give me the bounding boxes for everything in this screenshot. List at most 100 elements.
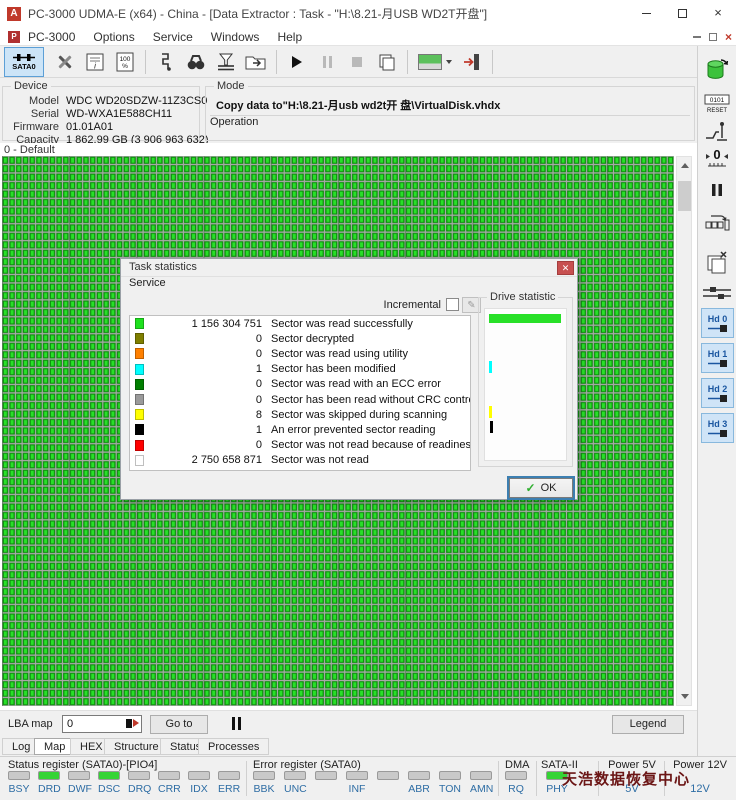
stat-row: 1 Sector has been modified <box>130 362 470 377</box>
menu-windows[interactable]: Windows <box>211 30 260 44</box>
head-0-button[interactable]: Hd 0 <box>701 308 734 338</box>
hammer-wrench-icon <box>58 55 72 68</box>
mdi-close-icon[interactable]: × <box>725 31 732 43</box>
led-label-drd: DRD <box>38 783 61 795</box>
recalibrate-button[interactable]: 0 <box>701 146 733 173</box>
head-2-button[interactable]: Hd 2 <box>701 378 734 408</box>
sata0-port-button[interactable]: SATA0 <box>4 46 44 77</box>
minimize-button[interactable] <box>628 0 664 28</box>
maximize-button[interactable] <box>664 0 700 28</box>
statistics-list: 1 156 304 751 Sector was read successful… <box>129 315 471 471</box>
drive-skipped-tick <box>489 406 492 418</box>
mdi-restore-icon[interactable] <box>708 33 717 41</box>
legend-button[interactable]: Legend <box>612 715 684 734</box>
head-1-button[interactable]: Hd 1 <box>701 343 734 373</box>
reset-icon: 0101 RESET <box>704 94 730 114</box>
led-bbk <box>253 771 275 780</box>
stat-color-swatch <box>135 318 144 330</box>
clear-cache-button[interactable] <box>701 250 733 277</box>
led-label-idx: IDX <box>190 783 208 795</box>
stat-row: 8 Sector was skipped during scanning <box>130 407 470 422</box>
stat-color-swatch <box>135 363 144 375</box>
search-button[interactable] <box>181 48 211 76</box>
toolbar-separator <box>492 49 493 74</box>
device-panel: Device Model WDC WD20SDZW-11Z3CS0 Serial… <box>2 80 209 146</box>
head-2-label: Hd 2 <box>707 383 728 394</box>
lba-value: 0 <box>67 718 74 730</box>
stat-count: 0 <box>255 393 262 406</box>
led-blank2 <box>377 771 399 780</box>
start-button[interactable] <box>282 48 312 76</box>
device-model-label: Model <box>29 95 59 107</box>
dialog-menu-service[interactable]: Service <box>129 277 166 289</box>
head-3-button[interactable]: Hd 3 <box>701 413 734 443</box>
led-err <box>218 771 240 780</box>
led-rq <box>505 771 527 780</box>
spindle-button[interactable] <box>701 210 733 237</box>
mdi-minimize-icon[interactable] <box>692 36 701 38</box>
map-view-select-button[interactable] <box>413 48 457 76</box>
reset-button[interactable]: 0101 RESET <box>701 92 733 117</box>
stop-button[interactable] <box>342 48 372 76</box>
menu-service[interactable]: Service <box>153 30 193 44</box>
operation-panel: Operation <box>210 115 690 138</box>
menu-options[interactable]: Options <box>93 30 134 44</box>
stat-label: Sector was read with an ECC error <box>271 378 441 391</box>
sidebar-pause-button[interactable] <box>701 182 733 201</box>
tab-processes[interactable]: Processes <box>198 738 270 755</box>
statusbar-separator <box>536 761 537 796</box>
heads-test-button[interactable] <box>701 286 733 303</box>
goto-button[interactable]: Go to <box>150 715 208 734</box>
pause-icon <box>712 184 722 196</box>
pause-button[interactable] <box>312 48 342 76</box>
copies-button[interactable] <box>372 48 402 76</box>
led-unc <box>284 771 306 780</box>
drive-power-button[interactable] <box>701 58 733 85</box>
scrollbar-thumb[interactable] <box>678 181 691 211</box>
incremental-checkbox[interactable] <box>446 298 459 311</box>
cable-test-button[interactable] <box>151 48 181 76</box>
stat-color-swatch <box>135 333 144 345</box>
stop-icon <box>352 56 362 67</box>
led-label-rq: RQ <box>508 783 524 795</box>
dialog-close-icon[interactable]: ✕ <box>557 261 574 275</box>
head-0-label: Hd 0 <box>707 313 728 324</box>
close-button[interactable]: × <box>700 0 736 28</box>
utility-100-icon: 100 % <box>116 52 134 71</box>
menu-pc-3000[interactable]: PC-3000 <box>28 30 75 44</box>
tools-button[interactable] <box>50 48 80 76</box>
utility-button[interactable]: 100 % <box>110 48 140 76</box>
head-icon <box>707 394 727 402</box>
stat-label: An error prevented sector reading <box>271 423 436 436</box>
scroll-up-icon[interactable] <box>681 163 689 168</box>
track-zero-icon: 0 <box>706 147 728 167</box>
filter-button[interactable] <box>211 48 241 76</box>
exit-button[interactable] <box>457 48 487 76</box>
dialog-title-bar[interactable]: Task statistics ✕ <box>121 259 577 277</box>
app-logo-icon: A <box>7 7 21 21</box>
stat-row: 1 156 304 751 Sector was read successful… <box>130 316 470 331</box>
sata-connector-icon <box>13 53 35 61</box>
map-pause-icon[interactable] <box>230 717 242 733</box>
led-dsc <box>98 771 120 780</box>
tab-structure[interactable]: Structure <box>104 738 169 755</box>
stat-count: 0 <box>255 347 262 360</box>
scroll-down-icon[interactable] <box>681 694 689 699</box>
lba-input[interactable]: 0 <box>62 715 142 733</box>
window-title: PC-3000 UDMA-E (x64) - China - [Data Ext… <box>28 7 488 21</box>
export-map-button[interactable] <box>241 48 271 76</box>
mode-value: Copy data to"H:\8.21-月usb wd2t开 盘\Virtua… <box>216 100 501 112</box>
map-scrollbar[interactable] <box>676 156 692 706</box>
report-button[interactable]: i <box>80 48 110 76</box>
menu-help[interactable]: Help <box>277 30 302 44</box>
led-ton <box>439 771 461 780</box>
stat-count: 1 156 304 751 <box>191 317 262 330</box>
led-drd <box>38 771 60 780</box>
head-park-button[interactable] <box>701 120 733 147</box>
ok-button[interactable]: ✓ OK <box>507 476 575 500</box>
map-thumbnail-icon <box>418 53 442 70</box>
drive-error-tick <box>490 421 493 433</box>
drive-statistic-title: Drive statistic <box>487 291 559 303</box>
lba-marker-icon[interactable] <box>126 719 139 728</box>
drive-control-sidebar: 0101 RESET 0 Hd 0 Hd 1 Hd 2 Hd 3 <box>697 46 736 756</box>
